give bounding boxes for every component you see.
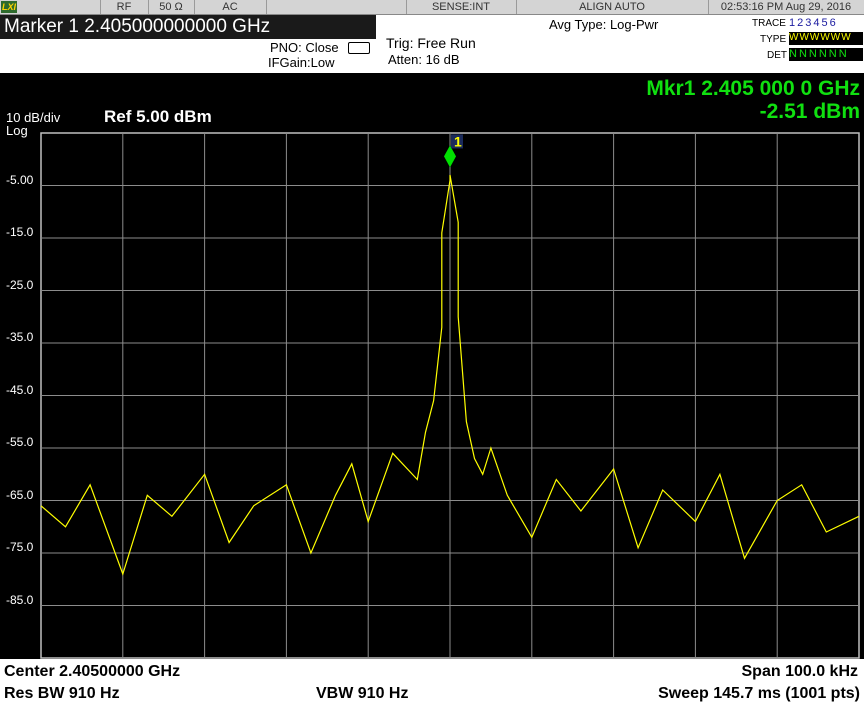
status-blank <box>18 0 101 14</box>
status-align: ALIGN AUTO <box>516 0 709 14</box>
status-sense: SENSE:INT <box>406 0 517 14</box>
center-frequency: Center 2.40500000 GHz <box>4 663 181 680</box>
det-values: NNNNNN <box>789 48 863 61</box>
trace-info-panel: TRACE 123456 TYPE WWWWWW DET NNNNNN <box>752 16 864 72</box>
sweep: Sweep 145.7 ms (1001 pts) <box>658 685 860 702</box>
marker-label: 1 <box>454 133 462 149</box>
avg-type: Avg Type: Log-Pwr <box>549 17 659 32</box>
status-coupling: AC <box>194 0 267 14</box>
footer-panel: Center 2.40500000 GHz Span 100.0 kHz Res… <box>0 659 864 712</box>
status-blank-2 <box>266 0 407 14</box>
res-bw: Res BW 910 Hz <box>4 685 120 702</box>
pno-toggle-icon <box>348 42 370 54</box>
ifgain-setting: IFGain:Low <box>268 55 335 70</box>
spectrum-plot[interactable]: 1 <box>0 73 864 659</box>
type-label: TYPE <box>760 34 787 45</box>
status-datetime: 02:53:16 PM Aug 29, 2016 <box>720 1 852 13</box>
spectrum-display: Mkr1 2.405 000 0 GHz -2.51 dBm 10 dB/div… <box>0 73 864 659</box>
atten-setting: Atten: 16 dB <box>388 52 460 67</box>
status-impedance: 50 Ω <box>148 0 195 14</box>
marker-title[interactable]: Marker 1 2.405000000000 GHz <box>0 15 376 39</box>
trig-setting: Trig: Free Run <box>386 35 476 51</box>
vbw: VBW 910 Hz <box>316 685 409 702</box>
status-rf: RF <box>100 0 149 14</box>
trace-label: TRACE <box>752 18 786 29</box>
lxi-logo: LXI <box>1 1 17 13</box>
trace-numbers: 123456 <box>789 17 838 29</box>
span: Span 100.0 kHz <box>741 663 859 680</box>
pno-setting: PNO: Close <box>270 40 339 55</box>
det-label: DET <box>767 50 787 61</box>
status-bar: LXI RF 50 Ω AC SENSE:INT ALIGN AUTO 02:5… <box>0 0 864 15</box>
type-values: WWWWWW <box>789 32 863 45</box>
